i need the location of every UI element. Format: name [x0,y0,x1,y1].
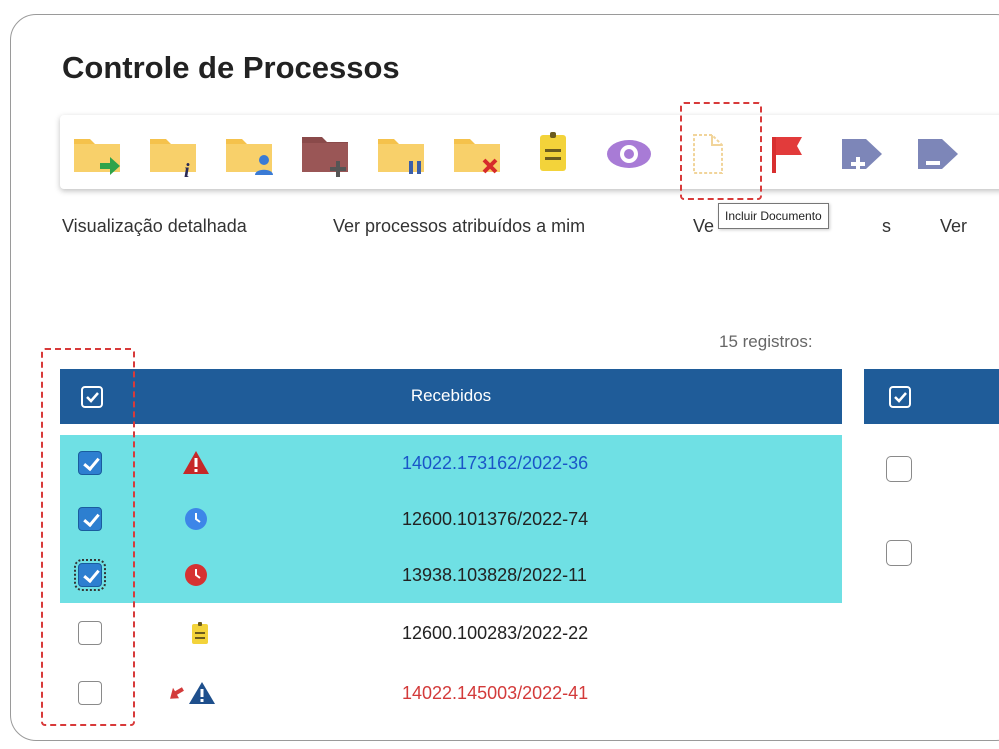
records-count: 15 registros: [719,332,813,351]
process-number[interactable]: 14022.173162/2022-36 [402,453,588,474]
header-recebidos: Recebidos [410,386,492,405]
flag-icon[interactable] [758,127,812,181]
alert-icon [188,679,216,707]
row-checkbox-table2[interactable] [886,540,912,566]
process-number[interactable]: 12600.101376/2022-74 [402,509,588,530]
folder-pause-icon[interactable] [374,127,428,181]
folder-info-icon[interactable]: i [146,127,200,181]
process-number[interactable]: 13938.103828/2022-11 [402,565,587,586]
second-table-header [864,369,999,424]
folder-add-icon[interactable] [298,127,352,181]
highlight-document-add [680,102,762,200]
tag-remove-icon[interactable] [910,127,964,181]
link-detailed-view[interactable]: Visualização detalhada [62,216,247,237]
link-third-prefix[interactable]: Ve [693,216,714,237]
process-number[interactable]: 14022.145003/2022-41 [402,683,588,704]
folder-close-icon[interactable] [450,127,504,181]
note-icon[interactable] [526,127,580,181]
table-row[interactable]: 12600.100283/2022-22 [60,605,842,661]
link-assigned-to-me[interactable]: Ver processos atribuídos a mim [333,216,585,237]
clock-blue-icon [184,505,212,533]
warning-icon [182,449,210,477]
tooltip-incluir-documento: Incluir Documento [718,203,829,229]
link-fourth[interactable]: Ver [940,216,967,237]
table-header: Recebidos [60,369,842,424]
link-third-suffix[interactable]: s [882,216,891,237]
folder-send-icon[interactable] [70,127,124,181]
process-number[interactable]: 12600.100283/2022-22 [402,623,588,644]
table-row[interactable]: 13938.103828/2022-11 [60,547,842,603]
table-row[interactable]: 14022.145003/2022-41 [60,665,842,721]
transfer-icon [164,679,188,707]
clock-red-icon [184,561,212,589]
select-all-checkbox-2[interactable] [888,385,912,409]
highlight-checkbox-column [41,348,135,726]
tag-add-icon[interactable] [834,127,888,181]
folder-user-icon[interactable] [222,127,276,181]
table-row[interactable]: 14022.173162/2022-36 [60,435,842,491]
toolbar: i [60,115,999,189]
svg-text:i: i [184,160,190,181]
row-checkbox-table2[interactable] [886,456,912,482]
table-row[interactable]: 12600.101376/2022-74 [60,491,842,547]
note-icon [186,619,214,647]
page-title: Controle de Processos [62,50,400,85]
eye-icon[interactable] [602,127,656,181]
